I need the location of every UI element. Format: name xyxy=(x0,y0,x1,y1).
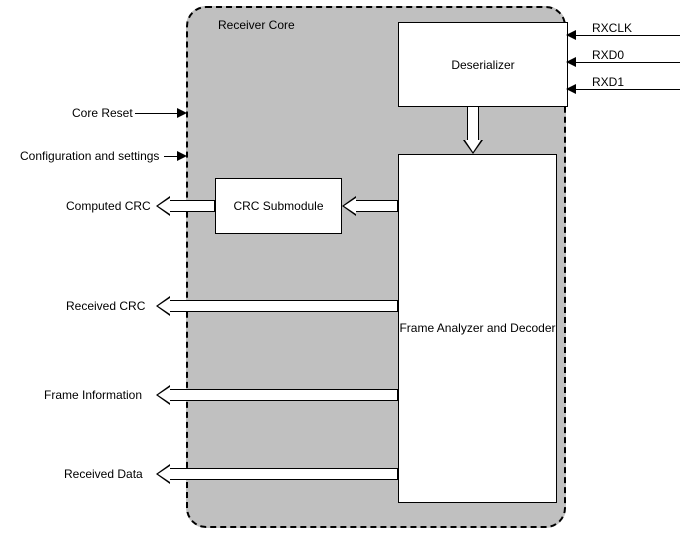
rxclk-arrow-line xyxy=(574,35,680,36)
frame-decoder-block: Frame Analyzer and Decoder xyxy=(398,154,557,503)
deserializer-block: Deserializer xyxy=(398,22,568,107)
rxd0-label: RXD0 xyxy=(592,48,624,62)
deserializer-to-decoder-arrow xyxy=(463,106,483,154)
deserializer-label: Deserializer xyxy=(451,58,514,72)
received-data-arrow xyxy=(156,464,398,484)
received-crc-label: Received CRC xyxy=(66,299,145,313)
rxclk-label: RXCLK xyxy=(592,21,632,35)
frame-decoder-label: Frame Analyzer and Decoder xyxy=(399,320,555,337)
config-arrow-head xyxy=(177,151,187,161)
rxd0-arrow-head xyxy=(566,57,576,67)
rxd1-arrow-head xyxy=(566,84,576,94)
computed-crc-arrow xyxy=(156,196,215,216)
rxclk-arrow-head xyxy=(566,30,576,40)
received-crc-arrow xyxy=(156,296,398,316)
frame-info-arrow xyxy=(156,385,398,405)
rxd0-arrow-line xyxy=(574,62,680,63)
computed-crc-label: Computed CRC xyxy=(66,199,151,213)
diagram-canvas: Receiver Core Deserializer CRC Submodule… xyxy=(0,0,681,534)
receiver-core-title: Receiver Core xyxy=(218,18,295,32)
core-reset-arrow-line xyxy=(135,113,179,114)
core-reset-label: Core Reset xyxy=(72,106,133,120)
core-reset-arrow-head xyxy=(177,108,187,118)
decoder-to-crc-arrow xyxy=(342,196,398,216)
config-label: Configuration and settings xyxy=(20,149,159,163)
received-data-label: Received Data xyxy=(64,467,143,481)
crc-submodule-label: CRC Submodule xyxy=(233,199,323,213)
rxd1-arrow-line xyxy=(574,89,680,90)
frame-info-label: Frame Information xyxy=(44,388,142,402)
rxd1-label: RXD1 xyxy=(592,75,624,89)
crc-submodule-block: CRC Submodule xyxy=(215,178,342,234)
